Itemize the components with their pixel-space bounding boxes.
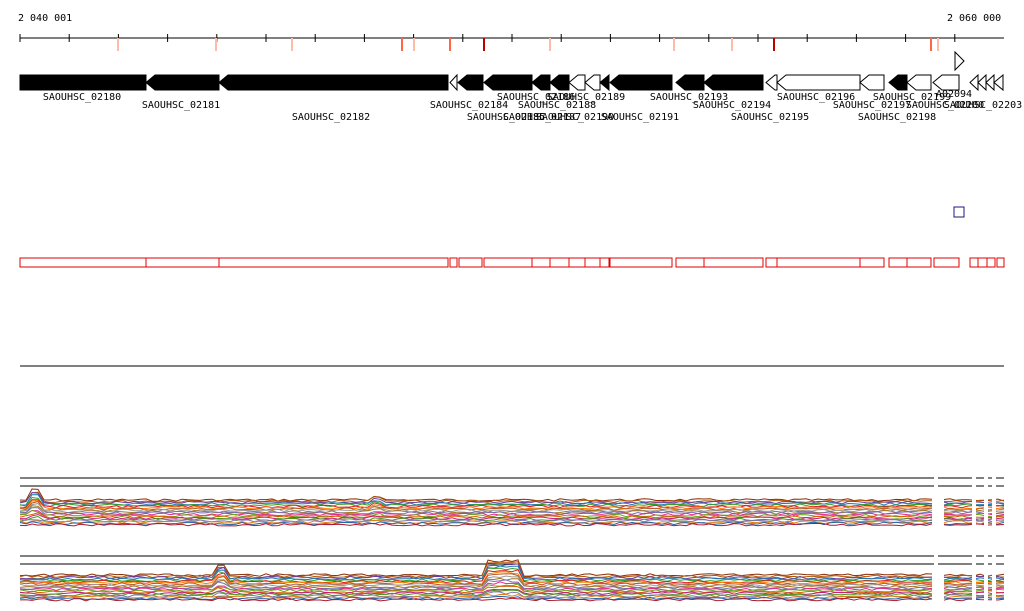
- feature-box: [969, 257, 979, 268]
- feature-box: [458, 257, 483, 268]
- gene-track: SAOUHSC_02180 SAOUHSC_02181 SAOUHSC_02182 S…: [19, 50, 1022, 123]
- tracks-canvas: SAOUHSC_02180 SAOUHSC_02181 SAOUHSC_02182 S…: [19, 34, 1022, 611]
- gene-arrow: [675, 74, 705, 91]
- panel-gap: [984, 554, 988, 611]
- marker-square: [953, 206, 965, 218]
- feature-box: [218, 257, 449, 268]
- feature-box: [703, 257, 764, 268]
- gene-label: SAOUHSC_02181: [142, 100, 220, 111]
- gene-label: SAOUHSC_02203: [944, 100, 1022, 111]
- panel-gap: [992, 476, 996, 536]
- gene-label: SAOUHSC_02182: [292, 112, 370, 123]
- feature-box-track: [19, 257, 1005, 268]
- gene-arrow: [549, 74, 570, 91]
- gene-arrow: [985, 73, 995, 92]
- feature-box: [145, 257, 220, 268]
- gene-label: SAOUHSC_02195: [731, 112, 809, 123]
- feature-box: [888, 257, 908, 268]
- coordinate-ruler: [19, 34, 1004, 42]
- gene-label: SAOUHSC_02191: [601, 112, 679, 123]
- panel-gap: [972, 476, 976, 536]
- panel-gap: [934, 476, 938, 536]
- gene-arrow: [977, 73, 987, 92]
- gene-label: A02094: [936, 89, 972, 100]
- gene-arrow: [703, 74, 764, 91]
- feature-box: [531, 257, 551, 268]
- panel-gap: [984, 476, 988, 536]
- feature-box: [675, 257, 705, 268]
- genome-browser-view: 2 040 001 2 060 000 SAOUHSC_02180 SAOUHSC…: [0, 0, 1024, 611]
- gene-arrow: [765, 74, 778, 91]
- gene-label: SAOUHSC_02189: [547, 92, 625, 103]
- feature-box: [977, 257, 988, 268]
- gene-arrow: [568, 74, 586, 91]
- gene-arrow: [993, 73, 1004, 92]
- gene-arrow: [954, 50, 965, 72]
- gene-arrow: [457, 74, 484, 91]
- gene-arrow: [218, 74, 449, 91]
- gene-arrow: [906, 74, 932, 91]
- panel-gap: [972, 554, 976, 611]
- gene-arrow: [19, 74, 147, 91]
- coverage-line: [19, 488, 1005, 502]
- gene-arrow: [483, 74, 533, 91]
- feature-box: [996, 257, 1005, 268]
- gene-arrow: [776, 74, 861, 91]
- gene-arrow: [584, 74, 601, 91]
- gene-label: SAOUHSC_02198: [858, 112, 936, 123]
- panel-gap: [992, 554, 996, 611]
- gene-arrow: [599, 73, 610, 92]
- gene-arrow: [531, 74, 551, 91]
- feature-box: [933, 257, 960, 268]
- coverage-panel-2: [19, 554, 1005, 611]
- feature-box: [568, 257, 586, 268]
- coverage-line: [19, 492, 1005, 505]
- variant-marks: [117, 38, 939, 51]
- marker-track: [953, 206, 965, 218]
- gene-arrow: [145, 74, 220, 91]
- panel-gap: [934, 554, 938, 611]
- feature-box: [584, 257, 601, 268]
- coverage-panel-1: [19, 476, 1005, 536]
- gene-arrow: [969, 73, 979, 92]
- feature-box: [549, 257, 570, 268]
- feature-box: [906, 257, 932, 268]
- feature-box: [859, 257, 885, 268]
- gene-label: SAOUHSC_02180: [43, 92, 121, 103]
- gene-arrow: [609, 74, 673, 91]
- gene-arrow: [449, 73, 458, 92]
- feature-box: [776, 257, 861, 268]
- gene-arrow: [888, 74, 908, 91]
- feature-box: [19, 257, 147, 268]
- feature-box: [483, 257, 533, 268]
- gene-arrow: [859, 74, 885, 91]
- feature-box: [986, 257, 996, 268]
- feature-box: [765, 257, 778, 268]
- gene-label: SAOUHSC_02194: [693, 100, 771, 111]
- feature-box: [449, 257, 458, 268]
- feature-box: [609, 257, 673, 268]
- feature-box: [599, 257, 610, 268]
- gene-arrow: [932, 74, 960, 91]
